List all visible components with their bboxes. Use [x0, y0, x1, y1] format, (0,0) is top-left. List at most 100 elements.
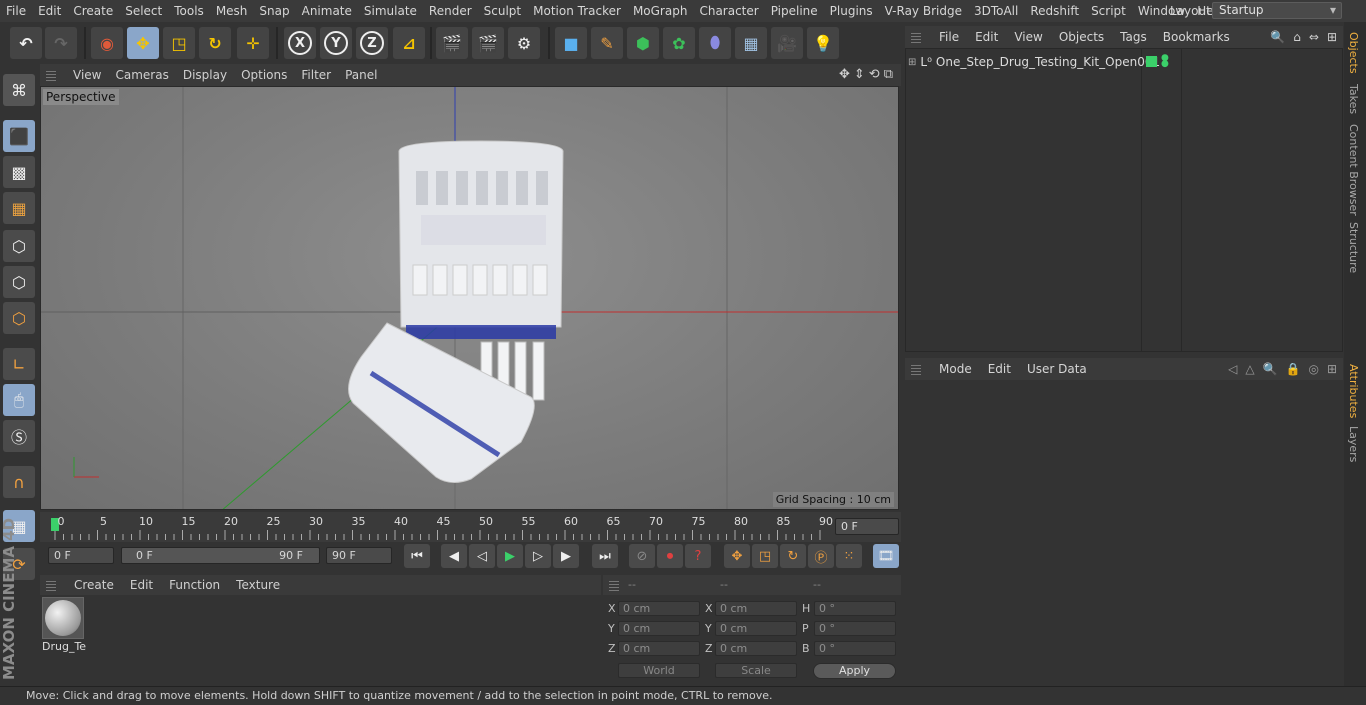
expand-icon[interactable]: ⊞ [908, 57, 916, 68]
objects-menu-bookmarks[interactable]: Bookmarks [1155, 30, 1238, 44]
size-y-field[interactable]: 0 cm [715, 621, 797, 636]
menu-redshift[interactable]: Redshift [1024, 0, 1085, 22]
menu-tools[interactable]: Tools [168, 0, 210, 22]
menu-pipeline[interactable]: Pipeline [765, 0, 824, 22]
size-x-field[interactable]: 0 cm [715, 601, 797, 616]
layout-select[interactable]: Startup [1212, 2, 1342, 19]
tab-layers[interactable]: Layers [1347, 426, 1360, 462]
panel-grip-icon[interactable] [911, 31, 921, 43]
attributes-menu-edit[interactable]: Edit [980, 362, 1019, 376]
pos-x-field[interactable]: 0 cm [618, 601, 700, 616]
menu-file[interactable]: File [0, 0, 32, 22]
object-row[interactable]: ⊞ L⁰ One_Step_Drug_Testing_Kit_Open001 [908, 53, 1160, 71]
play-icon[interactable]: ▶ [497, 544, 523, 568]
render-picture-viewer-icon[interactable]: 🎬 [472, 27, 504, 59]
subdivision-surface-icon[interactable]: ⬢ [627, 27, 659, 59]
attributes-menu-user-data[interactable]: User Data [1019, 362, 1095, 376]
perspective-viewport[interactable]: Perspective Grid Spacing : 10 cm [40, 86, 899, 510]
move-tool-icon[interactable]: ✥ [127, 27, 159, 59]
up-arrow-icon[interactable]: △ [1245, 362, 1254, 376]
menu-3dtoall[interactable]: 3DToAll [968, 0, 1024, 22]
rotate-tool-icon[interactable]: ↻ [199, 27, 231, 59]
menu-create[interactable]: Create [67, 0, 119, 22]
start-frame-field[interactable]: 0 F [48, 547, 114, 564]
edges-mode-icon[interactable]: ⬡ [3, 266, 35, 298]
viewport-menu-display[interactable]: Display [176, 68, 234, 82]
make-editable-icon[interactable]: ⌘ [3, 74, 35, 106]
tab-takes[interactable]: Takes [1347, 84, 1360, 114]
viewport-menu-cameras[interactable]: Cameras [108, 68, 175, 82]
visibility-status-icon[interactable] [1146, 56, 1157, 67]
axis-mode-icon[interactable]: ∟ [3, 348, 35, 380]
camera-icon[interactable]: 🎥 [771, 27, 803, 59]
points-mode-icon[interactable]: ⬡ [3, 230, 35, 262]
panel-grip-icon[interactable] [46, 69, 56, 81]
model-mode-icon[interactable]: ⬛ [3, 120, 35, 152]
floor-scene-icon[interactable]: ▦ [735, 27, 767, 59]
menu-vray-bridge[interactable]: V-Ray Bridge [879, 0, 968, 22]
new-window-icon[interactable]: ⊞ [1327, 362, 1337, 376]
texture-mode-icon[interactable]: ▩ [3, 156, 35, 188]
world-dropdown[interactable]: World [618, 663, 700, 678]
search-icon[interactable]: 🔍 [1270, 30, 1285, 44]
viewport-menu-options[interactable]: Options [234, 68, 294, 82]
live-selection-icon[interactable]: ◉ [91, 27, 123, 59]
workplane-mode-icon[interactable]: ▦ [3, 192, 35, 224]
rot-p-field[interactable]: 0 ° [814, 621, 896, 636]
key-rotation-icon[interactable]: ↻ [780, 544, 806, 568]
viewport-menu-filter[interactable]: Filter [294, 68, 338, 82]
viewport-camera-label[interactable]: Perspective [43, 89, 119, 105]
menu-plugins[interactable]: Plugins [824, 0, 879, 22]
back-arrow-icon[interactable]: ◁ [1228, 362, 1237, 376]
y-axis-lock-icon[interactable]: Y [320, 27, 352, 59]
new-window-icon[interactable]: ⊞ [1327, 30, 1337, 44]
key-position-icon[interactable]: ✥ [724, 544, 750, 568]
x-axis-lock-icon[interactable]: X [284, 27, 316, 59]
snap-magnet-icon[interactable]: ∩ [3, 466, 35, 498]
pos-z-field[interactable]: 0 cm [618, 641, 700, 656]
link-icon[interactable]: ⇔ [1309, 30, 1319, 44]
tweak-mode-icon[interactable]: 🖱 [3, 384, 35, 416]
menu-simulate[interactable]: Simulate [358, 0, 423, 22]
menu-render[interactable]: Render [423, 0, 478, 22]
z-axis-lock-icon[interactable]: Z [356, 27, 388, 59]
panel-grip-icon[interactable] [46, 579, 56, 591]
pen-spline-icon[interactable]: ✎ [591, 27, 623, 59]
go-to-start-icon[interactable]: ⏮ [404, 544, 430, 568]
panel-grip-icon[interactable] [609, 579, 619, 591]
objects-menu-file[interactable]: File [931, 30, 967, 44]
menu-character[interactable]: Character [693, 0, 764, 22]
cloner-icon[interactable]: ✿ [663, 27, 695, 59]
solo-mode-icon[interactable]: Ⓢ [3, 420, 35, 452]
go-to-end-icon[interactable]: ⏭ [592, 544, 618, 568]
material-item[interactable]: Drug_Te [42, 597, 86, 657]
redo-icon[interactable]: ↷ [45, 27, 77, 59]
pos-y-field[interactable]: 0 cm [618, 621, 700, 636]
timeline-ruler[interactable]: 0 5 10 15 20 25 30 35 40 45 50 55 60 65 70 75 80 85 90 0 F [40, 512, 901, 542]
menu-mograph[interactable]: MoGraph [627, 0, 694, 22]
size-z-field[interactable]: 0 cm [715, 641, 797, 656]
scale-tool-icon[interactable]: ◳ [163, 27, 195, 59]
rot-b-field[interactable]: 0 ° [814, 641, 896, 656]
frame-range-slider[interactable]: 0 F 90 F [121, 547, 320, 564]
key-scale-icon[interactable]: ◳ [752, 544, 778, 568]
material-menu-texture[interactable]: Texture [228, 578, 288, 592]
render-view-icon[interactable]: 🎬 [436, 27, 468, 59]
previous-key-icon[interactable]: ◀ [441, 544, 467, 568]
menu-select[interactable]: Select [119, 0, 168, 22]
timeline-window-icon[interactable]: 🎞 [873, 544, 899, 568]
menu-animate[interactable]: Animate [296, 0, 358, 22]
attributes-menu-mode[interactable]: Mode [931, 362, 980, 376]
menu-sculpt[interactable]: Sculpt [478, 0, 527, 22]
cube-primitive-icon[interactable]: ■ [555, 27, 587, 59]
viewport-menu-view[interactable]: View [66, 68, 108, 82]
search-icon[interactable]: 🔍 [1263, 362, 1278, 376]
light-icon[interactable]: 💡 [807, 27, 839, 59]
undo-icon[interactable]: ↶ [10, 27, 42, 59]
tab-objects[interactable]: Objects [1347, 32, 1360, 74]
scale-dropdown[interactable]: Scale [715, 663, 797, 678]
material-menu-edit[interactable]: Edit [122, 578, 161, 592]
current-frame-field[interactable]: 0 F [835, 518, 899, 535]
apply-button[interactable]: Apply [813, 663, 896, 679]
next-key-icon[interactable]: ▶ [553, 544, 579, 568]
